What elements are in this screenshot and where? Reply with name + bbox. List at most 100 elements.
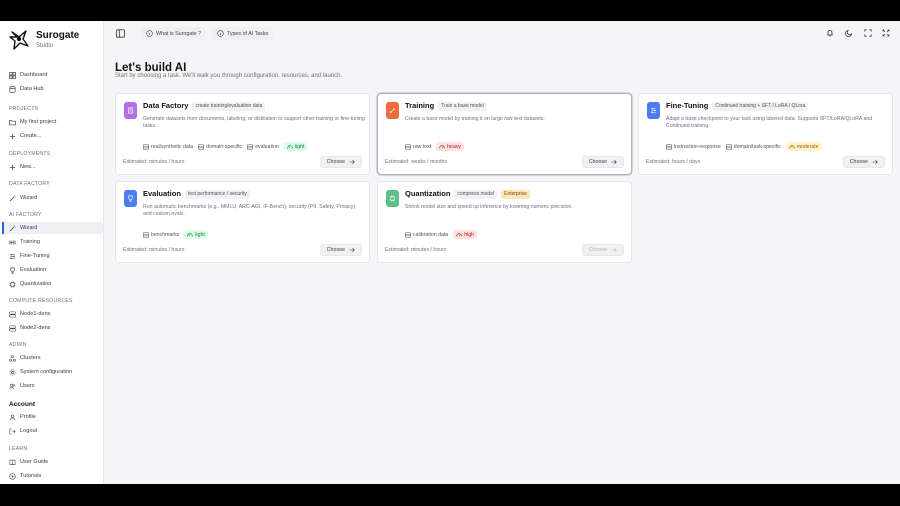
card-title: Training Train a base model xyxy=(405,101,487,111)
gauge-icon xyxy=(439,144,445,149)
sidebar-item-evaluation[interactable]: Evaluation xyxy=(2,264,103,276)
chip: domain/task-specific xyxy=(725,142,781,151)
estimate-text: Estimated: hours / days xyxy=(646,159,701,165)
plus-icon xyxy=(9,133,16,140)
sidebar-section-compute: COMPUTE RESOURCES xyxy=(9,298,73,304)
main-content: What is Surogate ? Types of AI Tasks Let… xyxy=(104,21,900,484)
badge-label: light xyxy=(195,231,205,238)
card-title-text: Data Factory xyxy=(143,101,189,110)
choose-label: Choose xyxy=(588,159,607,165)
sidebar-section-learn: LEARN xyxy=(9,446,28,452)
brand-name: Surogate xyxy=(36,30,80,41)
sidebar: Surogate Studio Dashboard Data Hub PROJE… xyxy=(0,21,104,484)
expand-icon[interactable] xyxy=(882,29,890,37)
sidebar-item-user-guide[interactable]: User Guide xyxy=(2,456,103,468)
sidebar-item-label: User Guide xyxy=(20,459,49,465)
fine-tuning-icon xyxy=(647,102,660,119)
arrow-right-icon xyxy=(872,159,878,165)
sidebar-item-label: Node2-dens xyxy=(20,325,51,331)
card-chips: real/synthetic data domain-specific eval… xyxy=(143,142,308,151)
sidebar-item-label: Tutorials xyxy=(20,473,42,479)
sidebar-item-logout[interactable]: Logout xyxy=(2,425,103,437)
bell-icon[interactable] xyxy=(826,29,834,37)
card-title: Fine-Tuning Continued training + SFT / Lo… xyxy=(666,101,809,111)
card-training[interactable]: Training Train a base model Create a base… xyxy=(377,93,632,175)
types-of-ai-tasks-button[interactable]: Types of AI Tasks xyxy=(212,27,274,40)
choose-button[interactable]: Choose xyxy=(319,156,362,168)
play-icon xyxy=(9,472,16,480)
what-is-surogate-button[interactable]: What is Surogate ? xyxy=(141,27,207,40)
sidebar-item-node2[interactable]: Node2-dens xyxy=(2,322,103,334)
choose-label: Choose xyxy=(849,159,868,165)
card-fine-tuning[interactable]: Fine-Tuning Continued training + SFT / Lo… xyxy=(638,93,893,175)
card-evaluation[interactable]: Evaluation test performance / security Ru… xyxy=(115,181,370,263)
sidebar-toggle-icon[interactable] xyxy=(116,29,125,38)
sidebar-item-ai-wizard[interactable]: Wizard xyxy=(2,222,103,234)
choose-button[interactable]: Choose xyxy=(842,156,885,168)
logout-icon xyxy=(9,428,16,435)
topbar: What is Surogate ? Types of AI Tasks xyxy=(104,21,900,46)
sidebar-section-admin: ADMIN xyxy=(9,342,27,348)
card-chips: instruction-response domain/task-specifi… xyxy=(666,142,822,151)
sidebar-item-fine-tuning[interactable]: Fine-Tuning xyxy=(2,250,103,262)
card-description: Create a base model by training it on la… xyxy=(405,116,545,122)
sidebar-item-label: Quantization xyxy=(20,281,52,287)
estimate-text: Estimated: minutes / hours xyxy=(385,247,447,253)
choose-button[interactable]: Choose xyxy=(319,244,362,256)
cluster-icon xyxy=(9,354,16,362)
sidebar-item-data-hub[interactable]: Data Hub xyxy=(2,83,103,95)
choose-button[interactable]: Choose xyxy=(581,156,624,168)
choose-button[interactable]: Choose xyxy=(581,244,624,256)
card-tag: create training/evaluation data xyxy=(192,101,266,111)
card-data-factory[interactable]: Data Factory create training/evaluation d… xyxy=(115,93,370,175)
plus-icon xyxy=(9,164,16,171)
badge-label: light xyxy=(294,143,305,150)
quantization-icon xyxy=(386,190,399,207)
sidebar-item-label: Dashboard xyxy=(20,72,48,78)
gauge-icon xyxy=(287,144,293,149)
compute-badge: high xyxy=(453,230,477,239)
card-title: Data Factory create training/evaluation d… xyxy=(143,101,266,111)
sidebar-item-label: New... xyxy=(20,164,36,170)
sidebar-item-label: Logout xyxy=(20,428,38,434)
card-title-text: Training xyxy=(405,101,435,110)
chip-label: benchmarks xyxy=(151,231,180,238)
app-window: Surogate Studio Dashboard Data Hub PROJE… xyxy=(0,21,900,484)
chip: benchmarks xyxy=(143,230,179,239)
sidebar-item-profile[interactable]: Profile xyxy=(2,411,103,423)
sidebar-item-node1[interactable]: Node1-dens xyxy=(2,308,103,320)
sidebar-section-account: Account xyxy=(9,401,35,408)
sidebar-item-training[interactable]: Training xyxy=(2,236,103,248)
sidebar-item-new-deployment[interactable]: New... xyxy=(2,161,103,173)
estimate-text: Estimated: minutes / hours xyxy=(123,159,185,165)
sidebar-item-label: Training xyxy=(20,239,41,245)
compute-badge: moderate xyxy=(785,142,822,151)
sidebar-item-label: Create... xyxy=(20,133,42,139)
moon-icon[interactable] xyxy=(845,29,853,37)
card-quantization[interactable]: Quantization compress model Enterprise Shr… xyxy=(377,181,632,263)
what-is-surogate-label: What is Surogate ? xyxy=(156,30,202,37)
sidebar-item-quantization[interactable]: Quantization xyxy=(2,278,103,290)
dumbbell-icon xyxy=(9,239,16,246)
sidebar-item-users[interactable]: Users xyxy=(2,380,103,392)
brand[interactable]: Surogate Studio xyxy=(8,28,79,52)
sidebar-item-create-project[interactable]: Create... xyxy=(2,130,103,142)
sidebar-item-system-configuration[interactable]: System configuration xyxy=(2,366,103,378)
sidebar-item-dashboard[interactable]: Dashboard xyxy=(2,69,103,81)
sidebar-item-tutorials[interactable]: Tutorials xyxy=(2,470,103,482)
chip-label: calibration data xyxy=(413,231,449,238)
arrow-right-icon xyxy=(349,247,355,253)
card-title-text: Fine-Tuning xyxy=(666,101,709,110)
types-of-ai-tasks-label: Types of AI Tasks xyxy=(227,30,269,37)
chip-label: evaluation xyxy=(255,143,279,150)
wand-icon xyxy=(9,194,16,202)
sidebar-item-clusters[interactable]: Clusters xyxy=(2,352,103,364)
sidebar-item-my-first-project[interactable]: My first project xyxy=(2,116,103,128)
card-footer: Estimated: hours / days Choose xyxy=(646,156,885,168)
card-tag: test performance / security xyxy=(184,189,250,199)
compute-badge: light xyxy=(184,230,208,239)
card-chips: calibration data high xyxy=(405,230,477,239)
sidebar-item-data-wizard[interactable]: Wizard xyxy=(2,192,103,204)
fullscreen-icon[interactable] xyxy=(864,29,872,37)
card-description: Run automatic benchmarks (e.g., MMLU, AR… xyxy=(143,204,356,217)
